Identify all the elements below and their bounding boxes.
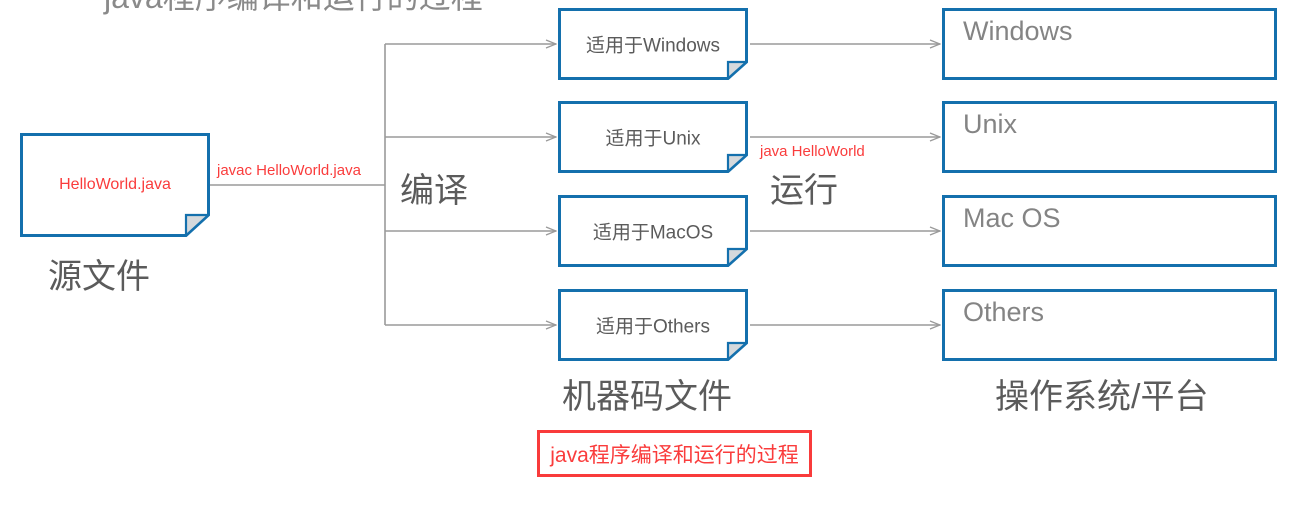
node-machine-code-unix[interactable]: 适用于Unix (558, 101, 748, 173)
node-os-unix[interactable]: Unix (942, 101, 1277, 173)
stage-label-compile: 编译 (400, 172, 468, 210)
node-machine-code-macos[interactable]: 适用于MacOS (558, 195, 748, 267)
node-os-label: Others (963, 297, 1045, 327)
node-machine-code-label: 适用于MacOS (592, 222, 714, 244)
node-os-label: Mac OS (963, 203, 1061, 233)
caption-platform: 操作系统/平台 (995, 378, 1209, 416)
edge-label-javac-command: javac HelloWorld.java (217, 162, 361, 179)
stage-label-run: 运行 (770, 172, 838, 210)
node-machine-code-label: 适用于Windows (585, 35, 721, 57)
node-os-others[interactable]: Others (942, 289, 1277, 361)
caption-machine-code: 机器码文件 (562, 378, 732, 416)
node-machine-code-label: 适用于Unix (605, 128, 701, 150)
node-source-file-label: HelloWorld.java (59, 176, 171, 193)
node-machine-code-label: 适用于Others (595, 316, 711, 338)
node-machine-code-windows[interactable]: 适用于Windows (558, 8, 748, 80)
node-source-file[interactable]: HelloWorld.java (20, 133, 210, 237)
title-box: java程序编译和运行的过程 (537, 430, 812, 477)
node-os-label: Unix (963, 109, 1018, 139)
node-os-label: Windows (963, 16, 1073, 46)
title-box-text: java程序编译和运行的过程 (550, 443, 799, 467)
caption-source-file: 源文件 (48, 258, 150, 296)
node-machine-code-others[interactable]: 适用于Others (558, 289, 748, 361)
node-os-macos[interactable]: Mac OS (942, 195, 1277, 267)
node-os-windows[interactable]: Windows (942, 8, 1277, 80)
top-clipped-heading: java程序编译和运行的过程 (104, 0, 483, 18)
diagram-canvas: java程序编译和运行的过程 (0, 0, 1311, 505)
edge-label-java-command: java HelloWorld (760, 143, 865, 160)
